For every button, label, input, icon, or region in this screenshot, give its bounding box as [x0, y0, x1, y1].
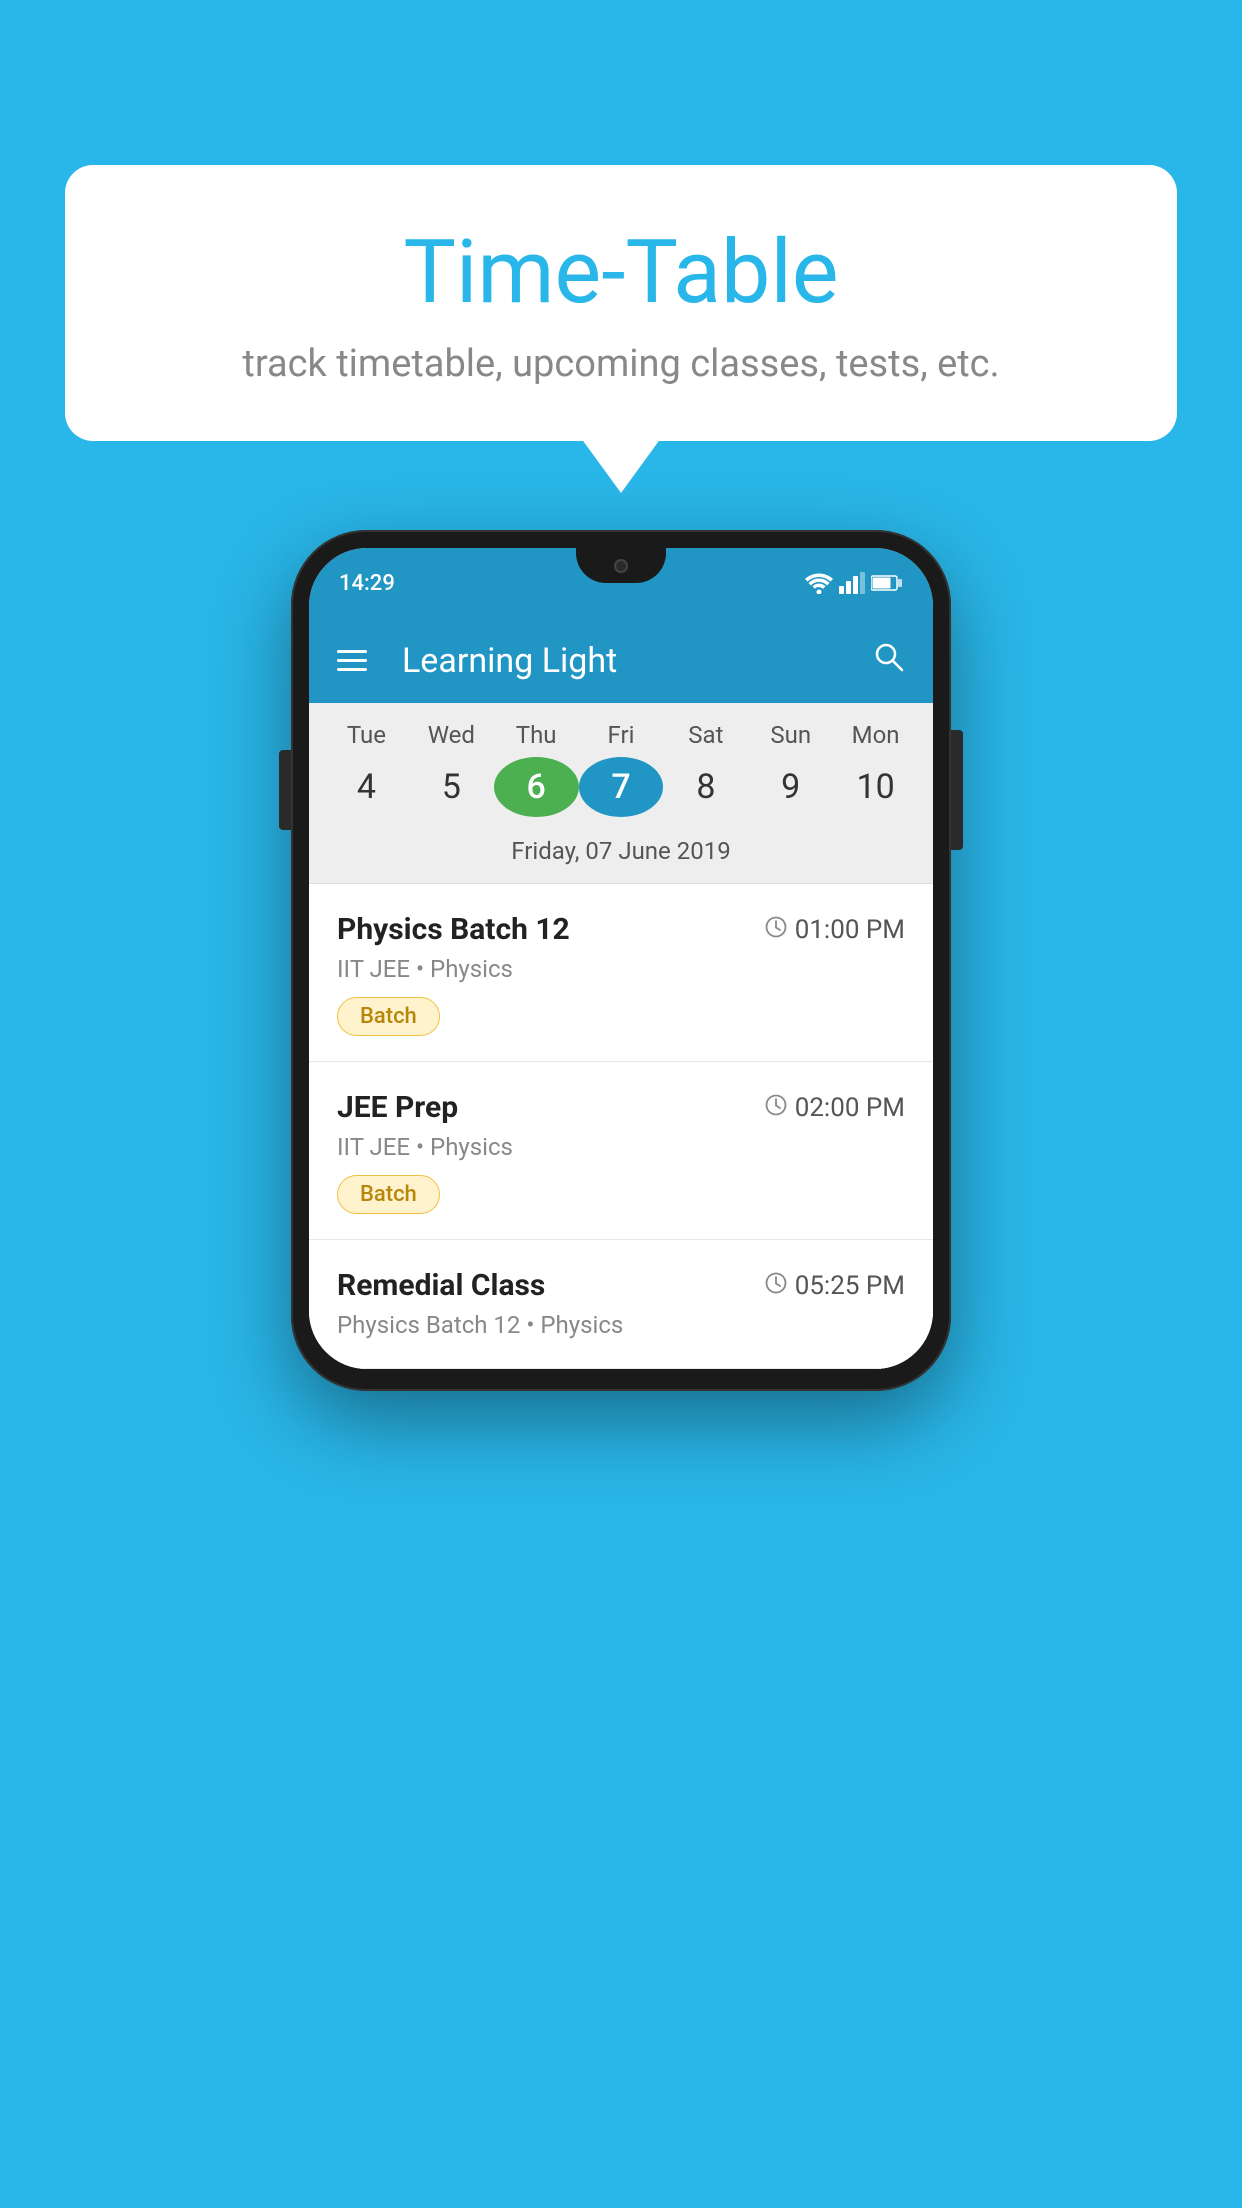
battery-icon [871, 574, 903, 592]
day-names-row: Tue Wed Thu Fri Sat Sun Mon [309, 703, 933, 749]
day-name-fri: Fri [579, 721, 664, 749]
day-name-sat: Sat [663, 721, 748, 749]
day-4[interactable]: 4 [324, 757, 409, 817]
notch [576, 548, 666, 583]
schedule-item-2[interactable]: JEE Prep 02:00 PM [309, 1062, 933, 1240]
day-name-tue: Tue [324, 721, 409, 749]
search-button[interactable] [873, 641, 905, 681]
app-title: Learning Light [402, 641, 848, 681]
phone-mockup: 14:29 [291, 530, 951, 1391]
phone-frame: 14:29 [291, 530, 951, 1391]
schedule-time-text-3: 05:25 PM [795, 1271, 905, 1301]
clock-icon-2 [765, 1094, 787, 1122]
batch-tag-1: Batch [337, 997, 440, 1036]
speech-bubble: Time-Table track timetable, upcoming cla… [65, 165, 1177, 441]
schedule-meta-3: Physics Batch 12 • Physics [337, 1311, 905, 1339]
signal-icon [839, 572, 865, 594]
day-name-wed: Wed [409, 721, 494, 749]
clock-icon-3 [765, 1272, 787, 1300]
camera [614, 559, 628, 573]
schedule-time-1: 01:00 PM [765, 915, 905, 945]
day-8[interactable]: 8 [663, 757, 748, 817]
schedule-title-1: Physics Batch 12 [337, 912, 570, 947]
bubble-subtitle: track timetable, upcoming classes, tests… [105, 342, 1137, 386]
schedule-time-3: 05:25 PM [765, 1271, 905, 1301]
batch-tag-2: Batch [337, 1175, 440, 1214]
clock-icon-1 [765, 916, 787, 944]
day-5[interactable]: 5 [409, 757, 494, 817]
status-time: 14:29 [339, 571, 395, 596]
schedule-item-3-header: Remedial Class 05:25 PM [337, 1268, 905, 1303]
day-name-sun: Sun [748, 721, 833, 749]
schedule-item-1[interactable]: Physics Batch 12 01:00 PM [309, 884, 933, 1062]
bubble-title: Time-Table [105, 225, 1137, 322]
schedule-title-3: Remedial Class [337, 1268, 545, 1303]
day-numbers-row: 4 5 6 7 8 9 10 [309, 749, 933, 832]
status-icons [805, 572, 903, 594]
schedule-list: Physics Batch 12 01:00 PM [309, 884, 933, 1369]
phone-screen: 14:29 [309, 548, 933, 1369]
menu-button[interactable] [337, 650, 367, 671]
day-6-today[interactable]: 6 [494, 757, 579, 817]
calendar-week: Tue Wed Thu Fri Sat Sun Mon 4 5 6 7 8 9 … [309, 703, 933, 884]
schedule-title-2: JEE Prep [337, 1090, 458, 1125]
wifi-icon [805, 572, 833, 594]
day-9[interactable]: 9 [748, 757, 833, 817]
schedule-item-2-header: JEE Prep 02:00 PM [337, 1090, 905, 1125]
selected-date-label: Friday, 07 June 2019 [309, 832, 933, 884]
speech-bubble-container: Time-Table track timetable, upcoming cla… [65, 165, 1177, 441]
schedule-meta-1: IIT JEE • Physics [337, 955, 905, 983]
app-bar: Learning Light [309, 618, 933, 703]
status-bar: 14:29 [309, 548, 933, 618]
schedule-time-text-1: 01:00 PM [795, 915, 905, 945]
day-10[interactable]: 10 [833, 757, 918, 817]
schedule-meta-2: IIT JEE • Physics [337, 1133, 905, 1161]
day-7-selected[interactable]: 7 [579, 757, 664, 817]
schedule-item-1-header: Physics Batch 12 01:00 PM [337, 912, 905, 947]
schedule-time-text-2: 02:00 PM [795, 1093, 905, 1123]
schedule-time-2: 02:00 PM [765, 1093, 905, 1123]
day-name-mon: Mon [833, 721, 918, 749]
day-name-thu: Thu [494, 721, 579, 749]
schedule-item-3[interactable]: Remedial Class 05:25 PM [309, 1240, 933, 1369]
